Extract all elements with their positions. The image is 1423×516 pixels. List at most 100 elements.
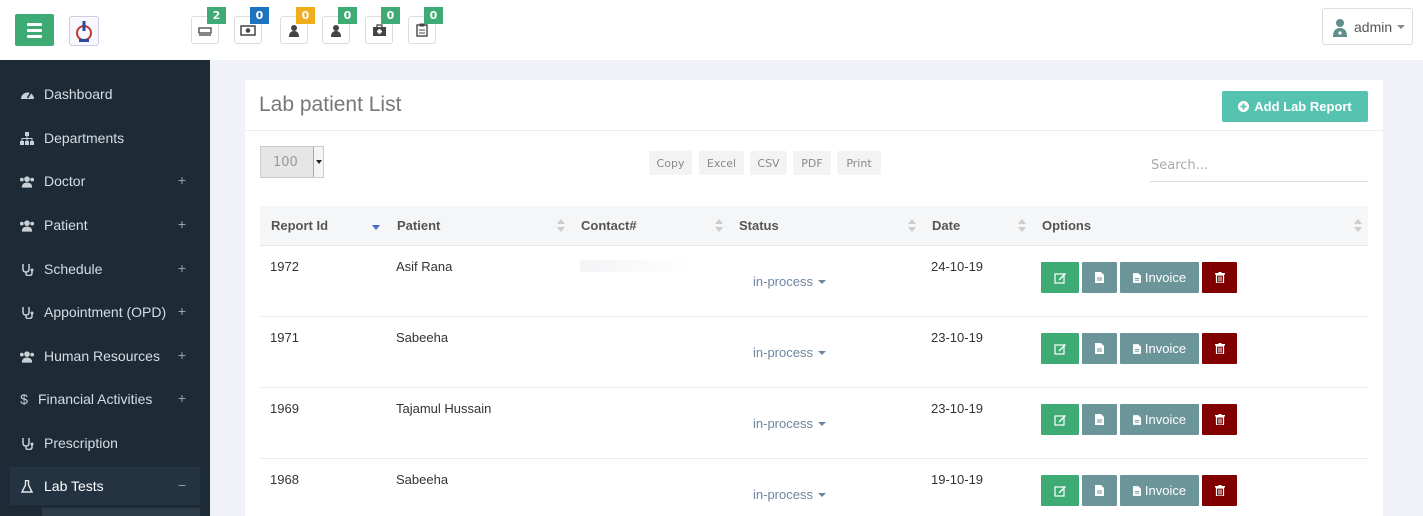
trash-icon	[1214, 343, 1225, 354]
status-dropdown[interactable]: in-process	[753, 487, 826, 502]
status-label: in-process	[753, 274, 813, 289]
pdf-button[interactable]: PDF	[793, 151, 831, 175]
sidebar-item-prescription[interactable]: Prescription	[10, 424, 200, 462]
status-dropdown[interactable]: in-process	[753, 416, 826, 431]
notif-payments[interactable]: 0	[234, 7, 269, 44]
view-report-button[interactable]	[1082, 262, 1117, 293]
csv-button[interactable]: CSV	[750, 151, 787, 175]
expand-icon: +	[177, 347, 186, 363]
invoice-button[interactable]: Invoice	[1120, 333, 1199, 364]
expand-icon: +	[177, 260, 186, 276]
patient-name: Sabeeha	[396, 472, 449, 487]
trash-icon	[1214, 414, 1225, 425]
file-icon	[1095, 343, 1104, 354]
notif-badge: 2	[207, 7, 226, 24]
lab-tests-submenu	[42, 508, 200, 516]
sidebar-item-human-resources[interactable]: Human Resources +	[10, 337, 200, 375]
flask-icon	[19, 479, 35, 493]
copy-button[interactable]: Copy	[649, 151, 692, 175]
sidebar-item-doctor[interactable]: Doctor +	[10, 162, 200, 200]
report-date: 24-10-19	[931, 259, 984, 274]
sidebar-item-departments[interactable]: Departments	[10, 119, 200, 157]
column-header-date[interactable]: Date	[921, 206, 1031, 246]
column-label: Status	[739, 218, 779, 233]
column-label: Date	[932, 218, 961, 233]
expand-icon: +	[177, 303, 186, 319]
column-header-status[interactable]: Status	[728, 206, 921, 246]
file-icon	[1132, 414, 1141, 425]
view-report-button[interactable]	[1082, 404, 1117, 435]
delete-button[interactable]	[1202, 475, 1237, 506]
sidebar-item-patient[interactable]: Patient +	[10, 206, 200, 244]
add-lab-report-button[interactable]: Add Lab Report	[1222, 91, 1368, 122]
file-icon	[1095, 485, 1104, 496]
file-icon	[1132, 343, 1141, 354]
notif-badge: 0	[381, 7, 400, 24]
sidebar-item-label: Appointment (OPD)	[44, 304, 167, 320]
invoice-label: Invoice	[1144, 483, 1187, 498]
stethoscope-icon	[19, 262, 35, 276]
column-header-patient[interactable]: Patient	[386, 206, 570, 246]
sort-desc-icon	[372, 219, 380, 233]
edit-icon	[1053, 343, 1066, 355]
view-report-button[interactable]	[1082, 475, 1117, 506]
sidebar-item-dashboard[interactable]: Dashboard	[10, 75, 200, 113]
column-header-report-id[interactable]: Report Id	[260, 206, 386, 246]
page-length-select[interactable]: 100	[260, 146, 324, 178]
table-row: 1968 Sabeeha in-process 19-10-19 Invoice	[260, 459, 1368, 516]
collapse-icon: −	[177, 477, 186, 493]
sort-icon	[1018, 219, 1026, 233]
medical-kit-icon	[372, 23, 386, 36]
sidebar-item-appointment[interactable]: Appointment (OPD) +	[10, 293, 200, 331]
sidebar-item-schedule[interactable]: Schedule +	[10, 250, 200, 288]
invoice-button[interactable]: Invoice	[1120, 404, 1199, 435]
status-dropdown[interactable]: in-process	[753, 274, 826, 289]
view-report-button[interactable]	[1082, 333, 1117, 364]
column-header-contact[interactable]: Contact#	[570, 206, 728, 246]
notif-medicine[interactable]: 0	[365, 7, 400, 44]
edit-button[interactable]	[1041, 404, 1079, 435]
sidebar-item-financial-activities[interactable]: $ Financial Activities +	[10, 380, 200, 418]
status-dropdown[interactable]: in-process	[753, 345, 826, 360]
print-button[interactable]: Print	[837, 151, 881, 175]
users-icon	[19, 218, 35, 232]
chevron-down-icon	[817, 492, 826, 497]
edit-icon	[1053, 272, 1066, 284]
delete-button[interactable]	[1202, 262, 1237, 293]
expand-icon: +	[177, 390, 186, 406]
invoice-label: Invoice	[1144, 412, 1187, 427]
delete-button[interactable]	[1202, 404, 1237, 435]
notif-badge: 0	[250, 7, 269, 24]
column-label: Report Id	[271, 218, 329, 233]
dollar-icon: $	[20, 391, 28, 407]
notif-beds[interactable]: 2	[191, 7, 226, 44]
sidebar-toggle-button[interactable]	[15, 14, 54, 46]
invoice-button[interactable]: Invoice	[1120, 262, 1199, 293]
user-menu[interactable]: admin	[1322, 8, 1413, 45]
edit-button[interactable]	[1041, 333, 1079, 364]
app-logo[interactable]	[69, 16, 99, 46]
notif-patients[interactable]: 0	[322, 7, 357, 44]
users-icon	[19, 174, 35, 188]
column-header-options[interactable]: Options	[1031, 206, 1368, 246]
sort-icon	[1354, 219, 1362, 233]
chevron-down-icon	[817, 279, 826, 284]
search-input[interactable]	[1150, 150, 1368, 182]
edit-button[interactable]	[1041, 262, 1079, 293]
contact-redacted	[580, 260, 690, 272]
notif-doctors[interactable]: 0	[280, 7, 315, 44]
sidebar-item-label: Human Resources	[44, 348, 160, 364]
sidebar-item-label: Financial Activities	[38, 391, 153, 407]
delete-button[interactable]	[1202, 333, 1237, 364]
table-row: 1971 Sabeeha in-process 23-10-19 Invoice	[260, 317, 1368, 388]
edit-button[interactable]	[1041, 475, 1079, 506]
excel-button[interactable]: Excel	[699, 151, 744, 175]
stethoscope-icon	[19, 436, 35, 450]
stethoscope-icon	[19, 305, 35, 319]
notif-badge: 0	[424, 7, 443, 24]
invoice-button[interactable]: Invoice	[1120, 475, 1199, 506]
notif-reports[interactable]: 0	[408, 7, 443, 44]
status-label: in-process	[753, 487, 813, 502]
sidebar-item-label: Dashboard	[44, 86, 113, 102]
sidebar-item-lab-tests[interactable]: Lab Tests −	[10, 467, 200, 505]
